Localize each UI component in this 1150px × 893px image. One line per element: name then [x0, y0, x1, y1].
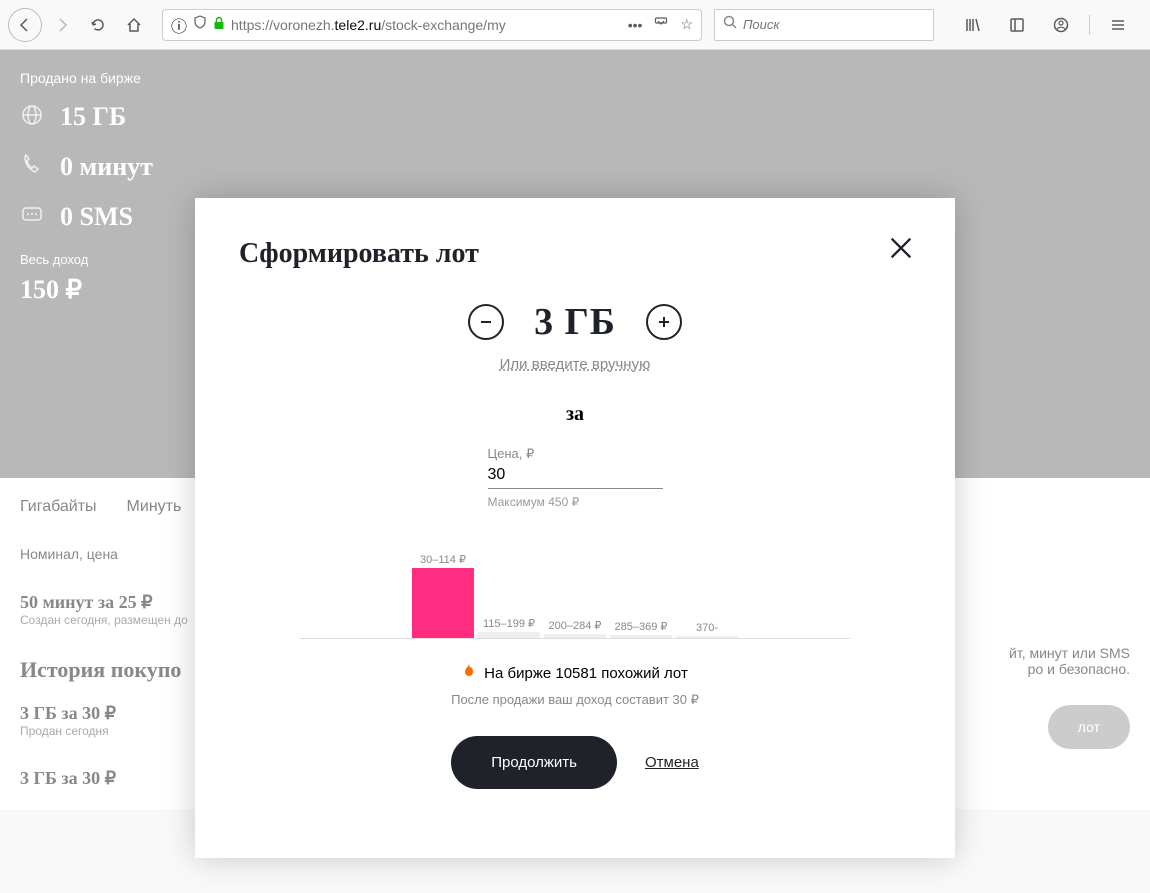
histogram-bar-rect — [544, 634, 606, 638]
toolbar-right — [957, 9, 1142, 41]
menu-icon[interactable] — [1102, 9, 1134, 41]
forward-button — [46, 9, 78, 41]
histogram-bar-label: 370- — [696, 622, 718, 634]
histogram-bar[interactable]: 370- — [676, 622, 738, 638]
back-button[interactable] — [8, 8, 42, 42]
amount-row: 3 ГБ — [239, 300, 911, 344]
divider — [1089, 15, 1090, 35]
url-prefix: https://voronezh. — [231, 17, 335, 33]
bookmark-star-icon[interactable]: ☆ — [680, 16, 693, 33]
histogram-bar-label: 30–114 ₽ — [420, 553, 466, 566]
reload-button[interactable] — [82, 9, 114, 41]
library-icon[interactable] — [957, 9, 989, 41]
histogram-bar-rect — [610, 635, 672, 638]
search-icon — [723, 15, 737, 34]
minus-button[interactable] — [468, 304, 504, 340]
similar-lots-row: На бирже 10581 похожий лот — [239, 663, 911, 684]
close-button[interactable] — [887, 234, 915, 269]
url-domain: tele2.ru — [335, 17, 382, 33]
url-suffix: /stock-exchange/my — [381, 17, 506, 33]
pocket-icon[interactable] — [654, 16, 668, 33]
plus-button[interactable] — [646, 304, 682, 340]
histogram-bar-rect — [412, 568, 474, 638]
home-button[interactable] — [118, 9, 150, 41]
cancel-button[interactable]: Отмена — [645, 754, 699, 771]
create-lot-modal: Сформировать лот 3 ГБ Или введите вручну… — [195, 198, 955, 858]
after-sale-text: После продажи ваш доход составит 30 ₽ — [239, 692, 911, 708]
sidebar-icon[interactable] — [1001, 9, 1033, 41]
account-icon[interactable] — [1045, 9, 1077, 41]
continue-button[interactable]: Продолжить — [451, 736, 617, 789]
price-label: Цена, ₽ — [488, 446, 663, 462]
histogram-bar-label: 285–369 ₽ — [615, 620, 668, 633]
flame-icon — [462, 663, 476, 684]
lock-icon — [213, 16, 225, 33]
price-histogram: 30–114 ₽ 115–199 ₽ 200–284 ₽ 285–369 ₽ 370- — [300, 549, 850, 639]
histogram-bar[interactable]: 115–199 ₽ — [478, 617, 540, 638]
modal-overlay: Сформировать лот 3 ГБ Или введите вручну… — [0, 50, 1150, 893]
histogram-bar[interactable]: 285–369 ₽ — [610, 620, 672, 638]
url-text: https://voronezh.tele2.ru/stock-exchange… — [231, 17, 616, 33]
amount-value: 3 ГБ — [534, 300, 616, 344]
for-label: за — [239, 403, 911, 426]
browser-toolbar: ⓘ https://voronezh.tele2.ru/stock-exchan… — [0, 0, 1150, 50]
price-block: Цена, ₽ Максимум 450 ₽ — [488, 446, 663, 509]
histogram-bar[interactable]: 200–284 ₽ — [544, 619, 606, 638]
histogram-bar-rect — [478, 632, 540, 638]
manual-input-link[interactable]: Или введите вручную — [239, 356, 911, 373]
more-icon[interactable]: ••• — [628, 17, 643, 33]
histogram-bar-rect — [676, 636, 738, 638]
price-max: Максимум 450 ₽ — [488, 495, 663, 509]
url-bar[interactable]: ⓘ https://voronezh.tele2.ru/stock-exchan… — [162, 9, 702, 41]
modal-title: Сформировать лот — [239, 238, 911, 270]
histogram-bar[interactable]: 30–114 ₽ — [412, 553, 474, 638]
info-icon[interactable]: ⓘ — [171, 13, 187, 37]
search-input[interactable] — [743, 17, 925, 32]
actions-row: Продолжить Отмена — [239, 736, 911, 789]
similar-lots-text: На бирже 10581 похожий лот — [484, 665, 688, 682]
shield-icon[interactable] — [193, 15, 207, 34]
histogram-bar-label: 115–199 ₽ — [483, 617, 535, 630]
price-input[interactable] — [488, 462, 663, 489]
search-bar[interactable] — [714, 9, 934, 41]
histogram-bar-label: 200–284 ₽ — [549, 619, 602, 632]
